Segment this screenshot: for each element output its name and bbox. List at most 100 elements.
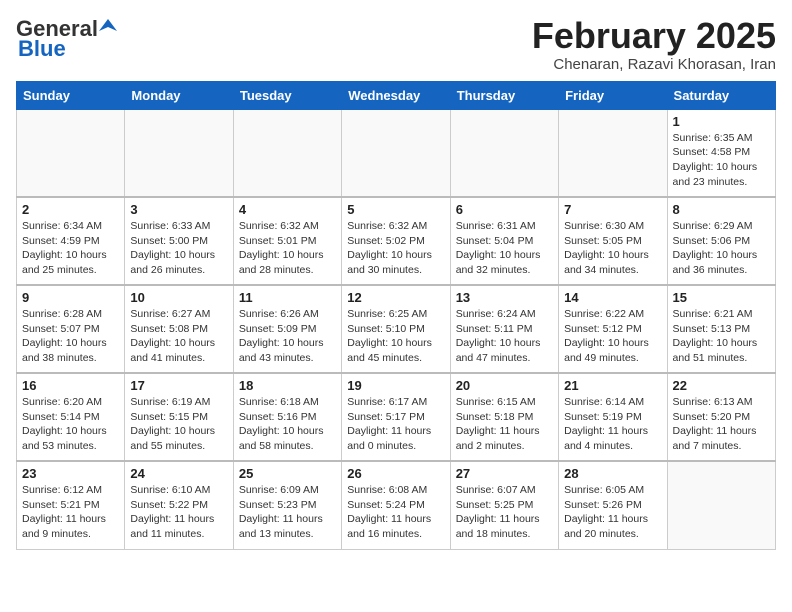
- day-info: Sunrise: 6:29 AM Sunset: 5:06 PM Dayligh…: [673, 219, 770, 278]
- calendar-cell: 9Sunrise: 6:28 AM Sunset: 5:07 PM Daylig…: [17, 285, 125, 373]
- day-number: 19: [347, 378, 444, 393]
- day-info: Sunrise: 6:07 AM Sunset: 5:25 PM Dayligh…: [456, 483, 553, 542]
- col-saturday: Saturday: [667, 81, 775, 109]
- calendar-cell: 25 Sunrise: 6:09 AM Sunset: 5:23 PM Dayli…: [233, 461, 341, 549]
- calendar-cell: 8 Sunrise: 6:29 AM Sunset: 5:06 PM Daylig…: [667, 197, 775, 285]
- calendar-cell: 4 Sunrise: 6:32 AM Sunset: 5:01 PM Daylig…: [233, 197, 341, 285]
- day-number: 8: [673, 202, 770, 217]
- month-title: February 2025: [532, 16, 776, 56]
- day-info: Sunrise: 6:15 AM Sunset: 5:18 PM Dayligh…: [456, 395, 553, 454]
- calendar-cell: 17 Sunrise: 6:19 AM Sunset: 5:15 PM Dayli…: [125, 373, 233, 461]
- calendar-cell: [125, 109, 233, 197]
- day-info: Sunrise: 6:32 AM Sunset: 5:01 PM Dayligh…: [239, 219, 336, 278]
- calendar-cell: [450, 109, 558, 197]
- day-info: Sunrise: 6:35 AM Sunset: 4:58 PM Dayligh…: [673, 131, 770, 190]
- day-number: 18: [239, 378, 336, 393]
- day-number: 20: [456, 378, 553, 393]
- day-info: Sunrise: 6:30 AM Sunset: 5:05 PM Dayligh…: [564, 219, 661, 278]
- day-number: 15: [673, 290, 770, 305]
- page-header: General Blue February 2025 Chenaran, Raz…: [16, 16, 776, 73]
- day-number: 13: [456, 290, 553, 305]
- day-number: 14: [564, 290, 661, 305]
- calendar-cell: 13Sunrise: 6:24 AM Sunset: 5:11 PM Dayli…: [450, 285, 558, 373]
- day-number: 7: [564, 202, 661, 217]
- day-info: Sunrise: 6:21 AM Sunset: 5:13 PM Dayligh…: [673, 307, 770, 366]
- day-number: 4: [239, 202, 336, 217]
- calendar-cell: 20 Sunrise: 6:15 AM Sunset: 5:18 PM Dayli…: [450, 373, 558, 461]
- day-number: 9: [22, 290, 119, 305]
- calendar-week-row-3: 16Sunrise: 6:20 AM Sunset: 5:14 PM Dayli…: [17, 373, 776, 461]
- day-info: Sunrise: 6:10 AM Sunset: 5:22 PM Dayligh…: [130, 483, 227, 542]
- day-info: Sunrise: 6:20 AM Sunset: 5:14 PM Dayligh…: [22, 395, 119, 454]
- day-number: 2: [22, 202, 119, 217]
- calendar-cell: 15 Sunrise: 6:21 AM Sunset: 5:13 PM Dayli…: [667, 285, 775, 373]
- calendar-cell: 14 Sunrise: 6:22 AM Sunset: 5:12 PM Dayli…: [559, 285, 667, 373]
- calendar-week-row-1: 2 Sunrise: 6:34 AM Sunset: 4:59 PM Daylig…: [17, 197, 776, 285]
- day-number: 28: [564, 466, 661, 481]
- day-info: Sunrise: 6:33 AM Sunset: 5:00 PM Dayligh…: [130, 219, 227, 278]
- day-number: 21: [564, 378, 661, 393]
- calendar-week-row-0: 1 Sunrise: 6:35 AM Sunset: 4:58 PM Daylig…: [17, 109, 776, 197]
- calendar-cell: 19 Sunrise: 6:17 AM Sunset: 5:17 PM Dayli…: [342, 373, 450, 461]
- day-info: Sunrise: 6:17 AM Sunset: 5:17 PM Dayligh…: [347, 395, 444, 454]
- day-number: 10: [130, 290, 227, 305]
- location-subtitle: Chenaran, Razavi Khorasan, Iran: [532, 56, 776, 73]
- day-info: Sunrise: 6:08 AM Sunset: 5:24 PM Dayligh…: [347, 483, 444, 542]
- calendar-cell: 1 Sunrise: 6:35 AM Sunset: 4:58 PM Daylig…: [667, 109, 775, 197]
- col-sunday: Sunday: [17, 81, 125, 109]
- day-number: 17: [130, 378, 227, 393]
- day-info: Sunrise: 6:14 AM Sunset: 5:19 PM Dayligh…: [564, 395, 661, 454]
- calendar-cell: 28 Sunrise: 6:05 AM Sunset: 5:26 PM Dayli…: [559, 461, 667, 549]
- calendar-cell: 12Sunrise: 6:25 AM Sunset: 5:10 PM Dayli…: [342, 285, 450, 373]
- calendar-week-row-2: 9Sunrise: 6:28 AM Sunset: 5:07 PM Daylig…: [17, 285, 776, 373]
- day-info: Sunrise: 6:22 AM Sunset: 5:12 PM Dayligh…: [564, 307, 661, 366]
- calendar-cell: 2 Sunrise: 6:34 AM Sunset: 4:59 PM Daylig…: [17, 197, 125, 285]
- calendar-cell: 22Sunrise: 6:13 AM Sunset: 5:20 PM Dayli…: [667, 373, 775, 461]
- calendar-cell: 21 Sunrise: 6:14 AM Sunset: 5:19 PM Dayli…: [559, 373, 667, 461]
- calendar-cell: 27 Sunrise: 6:07 AM Sunset: 5:25 PM Dayli…: [450, 461, 558, 549]
- day-info: Sunrise: 6:19 AM Sunset: 5:15 PM Dayligh…: [130, 395, 227, 454]
- logo-bird-icon: [99, 17, 117, 35]
- col-thursday: Thursday: [450, 81, 558, 109]
- calendar-cell: 11 Sunrise: 6:26 AM Sunset: 5:09 PM Dayli…: [233, 285, 341, 373]
- day-info: Sunrise: 6:32 AM Sunset: 5:02 PM Dayligh…: [347, 219, 444, 278]
- calendar-cell: [233, 109, 341, 197]
- col-tuesday: Tuesday: [233, 81, 341, 109]
- title-block: February 2025 Chenaran, Razavi Khorasan,…: [532, 16, 776, 73]
- day-info: Sunrise: 6:18 AM Sunset: 5:16 PM Dayligh…: [239, 395, 336, 454]
- calendar-cell: [17, 109, 125, 197]
- calendar-cell: 3 Sunrise: 6:33 AM Sunset: 5:00 PM Daylig…: [125, 197, 233, 285]
- day-info: Sunrise: 6:26 AM Sunset: 5:09 PM Dayligh…: [239, 307, 336, 366]
- calendar-cell: 23 Sunrise: 6:12 AM Sunset: 5:21 PM Dayli…: [17, 461, 125, 549]
- calendar-cell: 7 Sunrise: 6:30 AM Sunset: 5:05 PM Daylig…: [559, 197, 667, 285]
- day-number: 11: [239, 290, 336, 305]
- calendar-cell: [342, 109, 450, 197]
- day-info: Sunrise: 6:34 AM Sunset: 4:59 PM Dayligh…: [22, 219, 119, 278]
- day-number: 1: [673, 114, 770, 129]
- calendar-week-row-4: 23 Sunrise: 6:12 AM Sunset: 5:21 PM Dayli…: [17, 461, 776, 549]
- day-info: Sunrise: 6:31 AM Sunset: 5:04 PM Dayligh…: [456, 219, 553, 278]
- calendar-cell: 18 Sunrise: 6:18 AM Sunset: 5:16 PM Dayli…: [233, 373, 341, 461]
- calendar-cell: 10Sunrise: 6:27 AM Sunset: 5:08 PM Dayli…: [125, 285, 233, 373]
- logo: General Blue: [16, 16, 117, 62]
- col-wednesday: Wednesday: [342, 81, 450, 109]
- calendar-cell: 6 Sunrise: 6:31 AM Sunset: 5:04 PM Daylig…: [450, 197, 558, 285]
- day-number: 27: [456, 466, 553, 481]
- day-number: 25: [239, 466, 336, 481]
- day-number: 23: [22, 466, 119, 481]
- day-number: 24: [130, 466, 227, 481]
- day-info: Sunrise: 6:25 AM Sunset: 5:10 PM Dayligh…: [347, 307, 444, 366]
- day-number: 3: [130, 202, 227, 217]
- calendar-cell: 24 Sunrise: 6:10 AM Sunset: 5:22 PM Dayli…: [125, 461, 233, 549]
- col-friday: Friday: [559, 81, 667, 109]
- day-number: 26: [347, 466, 444, 481]
- day-info: Sunrise: 6:05 AM Sunset: 5:26 PM Dayligh…: [564, 483, 661, 542]
- day-info: Sunrise: 6:12 AM Sunset: 5:21 PM Dayligh…: [22, 483, 119, 542]
- calendar-header-row: Sunday Monday Tuesday Wednesday Thursday…: [17, 81, 776, 109]
- day-info: Sunrise: 6:09 AM Sunset: 5:23 PM Dayligh…: [239, 483, 336, 542]
- calendar-cell: 16Sunrise: 6:20 AM Sunset: 5:14 PM Dayli…: [17, 373, 125, 461]
- day-number: 6: [456, 202, 553, 217]
- calendar-table: Sunday Monday Tuesday Wednesday Thursday…: [16, 81, 776, 550]
- calendar-cell: [559, 109, 667, 197]
- col-monday: Monday: [125, 81, 233, 109]
